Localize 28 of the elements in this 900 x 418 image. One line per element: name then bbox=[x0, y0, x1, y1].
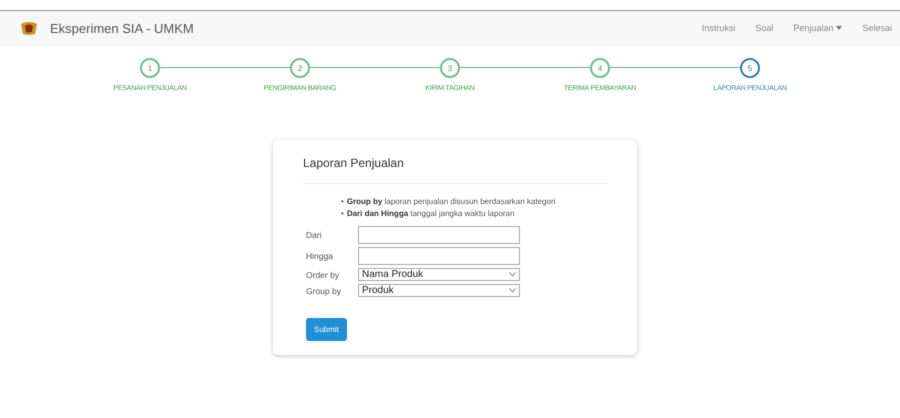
field-label: Group by bbox=[306, 286, 342, 296]
input-field[interactable] bbox=[358, 247, 520, 265]
nav-link[interactable]: Instruksi bbox=[702, 23, 736, 33]
step-number: 1 bbox=[140, 58, 160, 78]
bullet-mark: • bbox=[341, 208, 344, 220]
field-label: Order by bbox=[306, 270, 340, 280]
step-number: 5 bbox=[740, 58, 760, 78]
chevron-icon bbox=[509, 272, 516, 277]
input-field[interactable] bbox=[358, 226, 520, 244]
step-number: 3 bbox=[440, 58, 460, 78]
caret-icon bbox=[836, 26, 842, 30]
app-title: Eksperimen SIA - UMKM bbox=[50, 20, 194, 36]
step-number: 2 bbox=[290, 58, 310, 78]
field-label: Dari bbox=[306, 230, 323, 240]
submit-button[interactable]: Submit bbox=[306, 318, 347, 341]
chevron-icon bbox=[509, 288, 516, 293]
dropdown-field[interactable]: Nama Produk bbox=[358, 268, 520, 281]
step-number: 4 bbox=[590, 58, 610, 78]
nav-link[interactable]: Selesai bbox=[862, 23, 892, 33]
card-title: Laporan Penjualan bbox=[303, 156, 607, 184]
crest-icon bbox=[20, 20, 38, 36]
nav-link[interactable]: Soal bbox=[755, 23, 774, 33]
bullet-mark: • bbox=[341, 196, 344, 208]
nav-dropdown[interactable]: Penjualan bbox=[793, 23, 842, 33]
field-label: Hingga bbox=[306, 251, 334, 261]
dropdown-field[interactable]: Produk bbox=[358, 284, 520, 297]
note-text: Group by laporan penjualan disusun berdasarkan kategori bbox=[346, 196, 556, 208]
note-text: Dari dan Hingga tanggal jangka waktu laporan bbox=[346, 208, 514, 220]
